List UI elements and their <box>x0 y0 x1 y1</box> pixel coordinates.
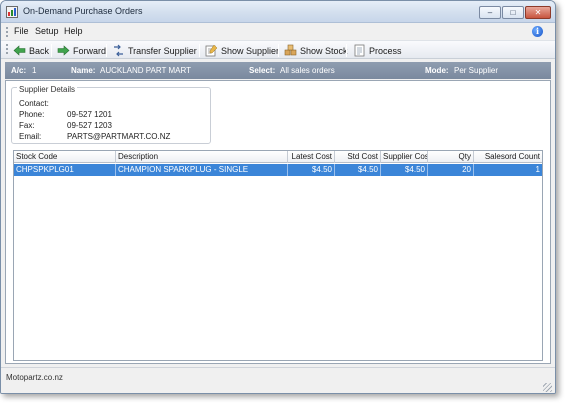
show-stock-icon <box>284 44 297 56</box>
app-icon <box>6 6 18 18</box>
back-button[interactable]: Back <box>13 43 49 58</box>
mode-value: Per Supplier <box>454 66 499 75</box>
column-header-std-cost[interactable]: Std Cost <box>335 151 381 163</box>
cell-qty[interactable]: 20 <box>428 164 474 176</box>
menu-grip-icon <box>6 27 8 37</box>
supplier-details-panel: Supplier Details Contact: Phone: 09-527 … <box>11 85 211 144</box>
cell-stock-code[interactable]: CHPSPKPLG01 <box>14 164 116 176</box>
column-header-qty[interactable]: Qty <box>428 151 474 163</box>
transfer-supplier-label: Transfer Supplier <box>128 45 197 56</box>
cell-salesord-count[interactable]: 1 <box>474 164 542 176</box>
contact-label: Contact: <box>19 99 49 108</box>
minimize-button[interactable]: – <box>479 6 501 19</box>
account-bar: A/c: 1 Name: AUCKLAND PART MART Select: … <box>5 62 551 79</box>
toolbar: Back Forward Transfer Supplier Show Supp… <box>1 40 555 59</box>
show-supplier-icon <box>205 44 218 57</box>
back-label: Back <box>29 45 50 56</box>
stock-grid[interactable]: Stock Code Description Latest Cost Std C… <box>13 150 543 361</box>
name-value: AUCKLAND PART MART <box>100 66 191 75</box>
phone-value: 09-527 1201 <box>67 110 112 119</box>
toolbar-separator <box>346 44 347 57</box>
resize-grip-icon[interactable] <box>543 383 552 392</box>
select-value: All sales orders <box>280 66 335 75</box>
close-button[interactable]: ✕ <box>525 6 551 19</box>
column-header-supplier-cost[interactable]: Supplier Cost <box>381 151 428 163</box>
fax-label: Fax: <box>19 121 35 130</box>
fax-value: 09-527 1203 <box>67 121 112 130</box>
table-row[interactable]: CHPSPKPLG01 CHAMPION SPARKPLUG - SINGLE … <box>14 164 542 176</box>
show-stock-label: Show Stock <box>300 45 348 56</box>
toolbar-separator <box>51 44 52 57</box>
transfer-icon <box>114 44 123 57</box>
forward-arrow-icon <box>57 45 70 56</box>
info-icon[interactable]: i <box>532 26 543 37</box>
select-label: Select: <box>249 66 276 75</box>
menu-setup[interactable]: Setup <box>35 26 59 36</box>
email-value: PARTS@PARTMART.CO.NZ <box>67 132 171 141</box>
toolbar-grip-icon <box>6 44 8 54</box>
status-bar: Motopartz.co.nz <box>1 367 555 393</box>
maximize-button[interactable]: □ <box>502 6 524 19</box>
process-icon <box>354 44 365 57</box>
toolbar-separator <box>278 44 279 57</box>
column-header-salesord-count[interactable]: Salesord Count <box>474 151 542 163</box>
ac-label: A/c: <box>11 66 27 75</box>
cell-description[interactable]: CHAMPION SPARKPLUG - SINGLE <box>116 164 288 176</box>
window-title: On-Demand Purchase Orders <box>23 6 143 16</box>
menu-bar: File Setup Help i <box>1 23 555 40</box>
toolbar-separator <box>199 44 200 57</box>
column-header-description[interactable]: Description <box>116 151 288 163</box>
status-text: Motopartz.co.nz <box>6 373 63 382</box>
app-window: On-Demand Purchase Orders – □ ✕ File Set… <box>0 0 556 394</box>
grid-header: Stock Code Description Latest Cost Std C… <box>14 151 542 163</box>
column-header-stock-code[interactable]: Stock Code <box>14 151 116 163</box>
menu-file[interactable]: File <box>14 26 29 36</box>
process-button[interactable]: Process <box>353 43 402 58</box>
phone-label: Phone: <box>19 110 45 119</box>
process-label: Process <box>369 45 402 56</box>
transfer-supplier-button[interactable]: Transfer Supplier <box>112 43 197 58</box>
cell-supplier-cost[interactable]: $4.50 <box>381 164 428 176</box>
ac-value: 1 <box>32 66 37 75</box>
toolbar-separator <box>106 44 107 57</box>
menu-help[interactable]: Help <box>64 26 83 36</box>
email-label: Email: <box>19 132 42 141</box>
title-bar[interactable]: On-Demand Purchase Orders – □ ✕ <box>1 1 555 23</box>
forward-button[interactable]: Forward <box>57 43 106 58</box>
forward-label: Forward <box>73 45 107 56</box>
show-stock-button[interactable]: Show Stock <box>284 43 348 58</box>
name-label: Name: <box>71 66 96 75</box>
supplier-details-legend: Supplier Details <box>17 85 78 94</box>
show-supplier-label: Show Supplier <box>221 45 280 56</box>
cell-std-cost[interactable]: $4.50 <box>335 164 381 176</box>
main-content: Supplier Details Contact: Phone: 09-527 … <box>5 80 551 364</box>
show-supplier-button[interactable]: Show Supplier <box>205 43 279 58</box>
column-header-latest-cost[interactable]: Latest Cost <box>288 151 335 163</box>
mode-label: Mode: <box>425 66 449 75</box>
back-arrow-icon <box>13 45 26 56</box>
cell-latest-cost[interactable]: $4.50 <box>288 164 335 176</box>
